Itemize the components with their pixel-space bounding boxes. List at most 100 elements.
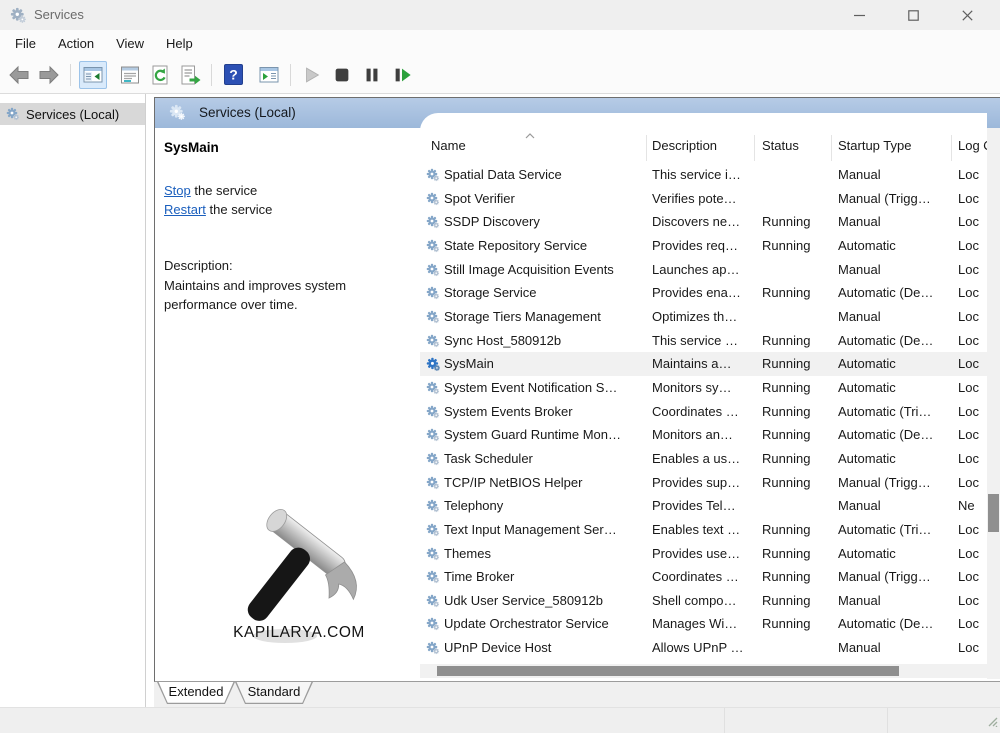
menu-file[interactable]: File [4,32,47,55]
vertical-scrollbar[interactable] [987,128,1000,679]
service-row[interactable]: System Guard Runtime Mon…Monitors an…Run… [420,423,987,447]
minimize-button[interactable] [836,0,882,30]
cell-status: Running [762,522,824,537]
service-row[interactable]: Udk User Service_580912bShell compo…Runn… [420,589,987,613]
column-divider[interactable] [754,135,755,161]
console-tree-icon [82,64,104,86]
cell-log-on-as: Loc [958,546,987,561]
service-row[interactable]: ThemesProvides use…RunningAutomaticLoc [420,542,987,566]
resize-grip[interactable] [986,714,998,732]
cell-description: Monitors sy… [652,380,751,395]
restart-service-line: Restart the service [164,202,272,217]
forward-icon [38,64,60,86]
service-row[interactable]: Spatial Data ServiceThis service i…Manua… [420,163,987,187]
horizontal-scrollbar-thumb[interactable] [437,666,899,676]
service-row[interactable]: Text Input Management Ser…Enables text …… [420,518,987,542]
pause-service-button[interactable] [359,62,385,88]
menu-view[interactable]: View [105,32,155,55]
cell-name: Storage Tiers Management [444,309,643,324]
horizontal-scrollbar[interactable] [420,664,987,678]
cell-description: Maintains a… [652,356,751,371]
service-gear-icon [426,263,440,282]
stop-service-button[interactable] [329,62,355,88]
back-button[interactable] [6,62,32,88]
cell-name: Task Scheduler [444,451,643,466]
cell-name: Telephony [444,498,643,513]
cell-startup-type: Automatic (De… [838,333,949,348]
cell-log-on-as: Loc [958,522,987,537]
service-row[interactable]: SysMainMaintains a…RunningAutomaticLoc [420,352,987,376]
tree-item-services-local[interactable]: Services (Local) [0,103,145,125]
menu-action[interactable]: Action [47,32,105,55]
service-row[interactable]: TelephonyProvides Tel…ManualNe [420,494,987,518]
cell-log-on-as: Loc [958,616,987,631]
column-header-startup-type[interactable]: Startup Type [838,138,911,153]
service-row[interactable]: System Events BrokerCoordinates …Running… [420,400,987,424]
cell-name: Time Broker [444,569,643,584]
cell-startup-type: Manual (Trigg… [838,569,949,584]
cell-status: Running [762,380,824,395]
column-divider[interactable] [951,135,952,161]
service-row[interactable]: Still Image Acquisition EventsLaunches a… [420,258,987,282]
start-service-button[interactable] [299,62,325,88]
cell-startup-type: Automatic (Tri… [838,404,949,419]
service-row[interactable]: Update Orchestrator ServiceManages Wi…Ru… [420,612,987,636]
service-row[interactable]: Time BrokerCoordinates …RunningManual (T… [420,565,987,589]
cell-description: Coordinates … [652,569,751,584]
close-icon [962,10,973,21]
tab-extended[interactable]: Extended [157,682,235,704]
cell-log-on-as: Loc [958,640,987,655]
help-button[interactable]: ? [220,62,246,88]
service-gear-icon [426,286,440,305]
service-row[interactable]: Storage ServiceProvides ena…RunningAutom… [420,281,987,305]
column-header-description[interactable]: Description [652,138,717,153]
column-divider[interactable] [646,135,647,161]
cell-startup-type: Manual [838,167,949,182]
column-divider[interactable] [831,135,832,161]
services-gear-icon [6,107,20,121]
column-header-name[interactable]: Name [431,138,466,153]
service-row[interactable]: Task SchedulerEnables a us…RunningAutoma… [420,447,987,471]
stop-service-link[interactable]: Stop [164,183,191,198]
restart-service-link[interactable]: Restart [164,202,206,217]
service-row[interactable]: Sync Host_580912bThis service …RunningAu… [420,329,987,353]
cell-description: Enables a us… [652,451,751,466]
forward-button[interactable] [36,62,62,88]
vertical-scrollbar-thumb[interactable] [988,494,999,532]
main-panel: Services (Local) SysMain Stop the servic… [154,97,1000,682]
service-gear-icon [426,192,440,211]
service-row[interactable]: SSDP DiscoveryDiscovers ne…RunningManual… [420,210,987,234]
selected-service-name: SysMain [164,140,219,155]
column-header-log-on-as[interactable]: Log On As [958,138,987,153]
service-gear-icon [426,523,440,542]
cell-description: Verifies pote… [652,191,751,206]
refresh-button[interactable] [147,62,173,88]
cell-log-on-as: Loc [958,427,987,442]
menu-help[interactable]: Help [155,32,204,55]
close-button[interactable] [944,0,990,30]
cell-log-on-as: Loc [958,238,987,253]
tab-extended-label: Extended [157,684,235,699]
service-gear-icon [426,405,440,424]
back-icon [8,64,30,86]
stop-service-icon [332,65,352,85]
service-row[interactable]: System Event Notification S…Monitors sy…… [420,376,987,400]
column-header-status[interactable]: Status [762,138,799,153]
service-row[interactable]: State Repository ServiceProvides req…Run… [420,234,987,258]
maximize-button[interactable] [890,0,936,30]
refresh-icon [149,64,171,86]
service-row[interactable]: Spot VerifierVerifies pote…Manual (Trigg… [420,187,987,211]
service-row[interactable]: Storage Tiers ManagementOptimizes th…Man… [420,305,987,329]
service-row[interactable]: TCP/IP NetBIOS HelperProvides sup…Runnin… [420,471,987,495]
cell-description: Enables text … [652,522,751,537]
show-hide-console-tree-button[interactable] [79,61,107,89]
maximize-icon [908,10,919,21]
service-row[interactable]: UPnP Device HostAllows UPnP …ManualLoc [420,636,987,660]
properties-button[interactable] [117,62,143,88]
export-list-button[interactable] [177,62,203,88]
cell-startup-type: Automatic [838,356,949,371]
export-list-icon [179,64,201,86]
show-hide-action-pane-button[interactable] [256,62,282,88]
tab-standard[interactable]: Standard [235,682,313,704]
restart-service-button[interactable] [389,62,415,88]
